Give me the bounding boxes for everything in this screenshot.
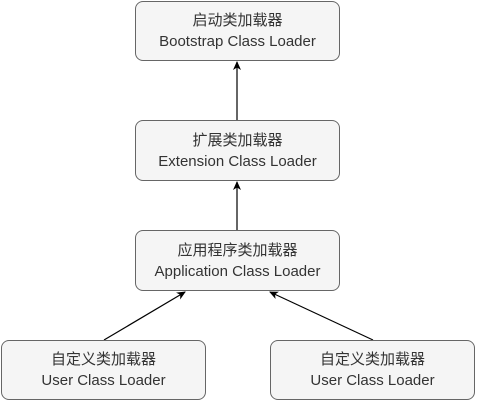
arrow-user-left-to-application	[103, 291, 186, 341]
node-title-zh: 自定义类加载器	[319, 351, 425, 368]
node-title-en: Bootstrap Class Loader	[159, 33, 316, 50]
node-title-en: Extension Class Loader	[158, 152, 317, 170]
arrow-user-right-to-application	[269, 291, 374, 341]
node-user-class-loader-right: 自定义类加载器 User Class Loader	[270, 340, 475, 400]
node-title-zh: 扩展类加载器	[192, 131, 283, 149]
node-user-class-loader-left: 自定义类加载器 User Class Loader	[1, 340, 206, 400]
node-application-class-loader: 应用程序类加载器 Application Class Loader	[135, 230, 340, 291]
node-extension-class-loader: 扩展类加载器 Extension Class Loader	[135, 120, 340, 181]
node-title-en: User Class Loader	[41, 372, 166, 389]
node-title-zh: 启动类加载器	[192, 12, 283, 29]
node-bootstrap-class-loader: 启动类加载器 Bootstrap Class Loader	[135, 1, 340, 61]
node-title-en: User Class Loader	[310, 372, 435, 389]
node-title-en: Application Class Loader	[154, 262, 321, 280]
node-title-zh: 应用程序类加载器	[177, 241, 298, 259]
node-title-zh: 自定义类加载器	[50, 351, 156, 368]
